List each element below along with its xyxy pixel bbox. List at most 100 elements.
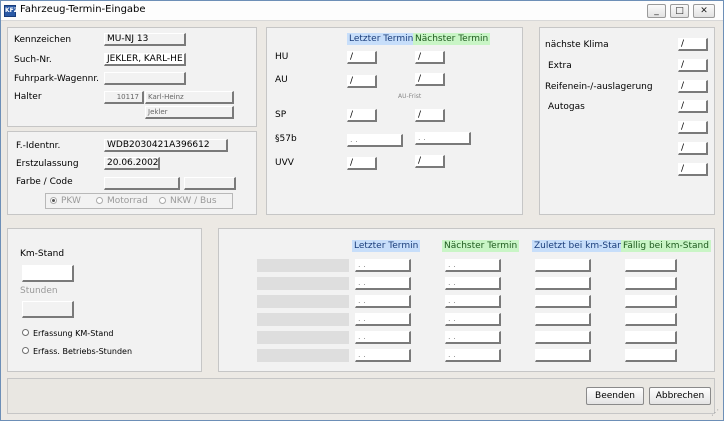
km-table-row-label <box>257 277 349 290</box>
termin-label-57b: §57b <box>275 134 297 144</box>
abbrechen-button[interactable]: Abbrechen <box>649 387 711 405</box>
57b-last-field[interactable]: . . <box>347 134 403 147</box>
fident-label: F.-Identnr. <box>16 141 61 151</box>
termine-header-last: Letzter Termin <box>347 33 416 45</box>
radio-nkw-bus-label: NKW / Bus <box>170 196 217 206</box>
fuhrpark-field[interactable] <box>104 72 186 85</box>
au-last-field[interactable]: / <box>347 75 377 88</box>
km-row2-last[interactable]: . . <box>355 295 411 308</box>
km-row1-faellig[interactable] <box>625 277 677 290</box>
uvv-last-field[interactable]: / <box>347 157 377 170</box>
au-frist-label: AU-Frist <box>398 93 422 100</box>
km-row5-zuletzt[interactable] <box>535 349 591 362</box>
hu-next-field[interactable]: / <box>415 51 445 64</box>
radio-erfassung-stunden[interactable] <box>22 347 29 354</box>
km-row3-zuletzt[interactable] <box>535 313 591 326</box>
km-row4-zuletzt[interactable] <box>535 331 591 344</box>
km-table-row-label <box>257 349 349 362</box>
radio-motorrad[interactable] <box>96 197 103 204</box>
km-row4-next[interactable]: . . <box>445 331 501 344</box>
klima-field-4[interactable]: / <box>678 121 708 134</box>
hu-last-field[interactable]: / <box>347 51 377 64</box>
farbe-field[interactable] <box>104 177 180 190</box>
km-row1-zuletzt[interactable] <box>535 277 591 290</box>
farbe-code-field[interactable] <box>184 177 236 190</box>
57b-next-field[interactable]: . . <box>415 132 471 145</box>
erstzulassung-field[interactable]: 20.06.2002 <box>104 157 160 170</box>
km-table-header-zuletzt: Zuletzt bei km-Stand <box>532 240 631 252</box>
window-title: Fahrzeug-Termin-Eingabe <box>20 4 146 15</box>
termine-header-next: Nächster Termin <box>413 33 491 45</box>
km-row2-zuletzt[interactable] <box>535 295 591 308</box>
stunden-field[interactable] <box>22 301 74 318</box>
termin-label-au: AU <box>275 75 288 85</box>
klima-label-0: nächste Klima <box>545 40 609 50</box>
km-row2-next[interactable]: . . <box>445 295 501 308</box>
km-row0-last[interactable]: . . <box>355 259 411 272</box>
suchnr-label: Such-Nr. <box>14 55 52 65</box>
termine-panel: Letzter Termin Nächster Termin HU / / AU… <box>266 27 523 215</box>
klima-field-1[interactable]: / <box>678 59 708 72</box>
km-row2-faellig[interactable] <box>625 295 677 308</box>
title-bar[interactable]: KFZ Fahrzeug-Termin-Eingabe _ □ ✕ <box>1 1 723 21</box>
km-row5-faellig[interactable] <box>625 349 677 362</box>
klima-field-3[interactable]: / <box>678 100 708 113</box>
km-table-row-label <box>257 313 349 326</box>
suchnr-field[interactable]: JEKLER, KARL-HE <box>104 53 186 66</box>
klima-field-6[interactable]: / <box>678 163 708 176</box>
bottom-bar: Beenden Abbrechen <box>7 378 715 414</box>
vehicle-type-group: PKW Motorrad NKW / Bus <box>45 193 233 209</box>
km-row0-zuletzt[interactable] <box>535 259 591 272</box>
km-row4-last[interactable]: . . <box>355 331 411 344</box>
km-row3-faellig[interactable] <box>625 313 677 326</box>
radio-pkw[interactable] <box>50 197 57 204</box>
beenden-button[interactable]: Beenden <box>586 387 644 405</box>
kmstand-field[interactable] <box>22 265 74 282</box>
close-button[interactable]: ✕ <box>693 4 715 18</box>
resize-grip-icon[interactable]: ⋰ <box>711 408 721 418</box>
termin-label-sp: SP <box>275 110 287 120</box>
vehicle-panel: Kennzeichen MÜ-NJ 13 Such-Nr. JEKLER, KA… <box>7 27 257 127</box>
maximize-button[interactable]: □ <box>670 4 689 18</box>
km-row0-next[interactable]: . . <box>445 259 501 272</box>
fuhrpark-label: Fuhrpark-Wagennr. <box>14 74 100 84</box>
halter-nr-field[interactable]: 10117 <box>104 91 144 104</box>
km-row0-faellig[interactable] <box>625 259 677 272</box>
klima-field-5[interactable]: / <box>678 142 708 155</box>
klima-field-2[interactable]: / <box>678 80 708 93</box>
radio-motorrad-label: Motorrad <box>107 196 148 206</box>
km-row5-last[interactable]: . . <box>355 349 411 362</box>
radio-erfassung-km-label: Erfassung KM-Stand <box>33 329 114 338</box>
km-row3-last[interactable]: . . <box>355 313 411 326</box>
au-next-field[interactable]: / <box>415 73 445 86</box>
stunden-label: Stunden <box>20 286 58 296</box>
klima-label-2: Reifenein-/-auslagerung <box>545 82 653 92</box>
radio-nkw-bus[interactable] <box>159 197 166 204</box>
radio-erfassung-km[interactable] <box>22 329 29 336</box>
halter-vorname-field: Karl-Heinz <box>145 91 234 104</box>
km-row4-faellig[interactable] <box>625 331 677 344</box>
uvv-next-field[interactable]: / <box>415 155 445 168</box>
km-table-header-faellig: Fällig bei km-Stand <box>621 240 711 252</box>
km-table-header-last: Letzter Termin <box>352 240 421 252</box>
ident-panel: F.-Identnr. WDB2030421A396612 Erstzulass… <box>7 131 257 215</box>
klima-field-0[interactable]: / <box>678 38 708 51</box>
fident-field[interactable]: WDB2030421A396612 <box>104 139 228 152</box>
klima-panel: nächste Klima / Extra / Reifenein-/-ausl… <box>539 27 715 215</box>
km-row5-next[interactable]: . . <box>445 349 501 362</box>
km-row3-next[interactable]: . . <box>445 313 501 326</box>
km-table-row-label <box>257 259 349 272</box>
km-table-row-label <box>257 331 349 344</box>
farbe-label: Farbe / Code <box>16 177 73 187</box>
klima-label-1: Extra <box>548 61 572 71</box>
minimize-button[interactable]: _ <box>647 4 666 18</box>
kennzeichen-field[interactable]: MÜ-NJ 13 <box>104 33 186 46</box>
sp-next-field[interactable]: / <box>415 109 445 122</box>
km-table-panel: Letzter Termin Nächster Termin Zuletzt b… <box>218 228 715 372</box>
erstzulassung-label: Erstzulassung <box>16 159 79 169</box>
kmstand-label: Km-Stand <box>20 249 65 259</box>
sp-last-field[interactable]: / <box>347 109 377 122</box>
km-row1-next[interactable]: . . <box>445 277 501 290</box>
km-row1-last[interactable]: . . <box>355 277 411 290</box>
radio-erfassung-stunden-label: Erfass. Betriebs-Stunden <box>33 347 133 356</box>
